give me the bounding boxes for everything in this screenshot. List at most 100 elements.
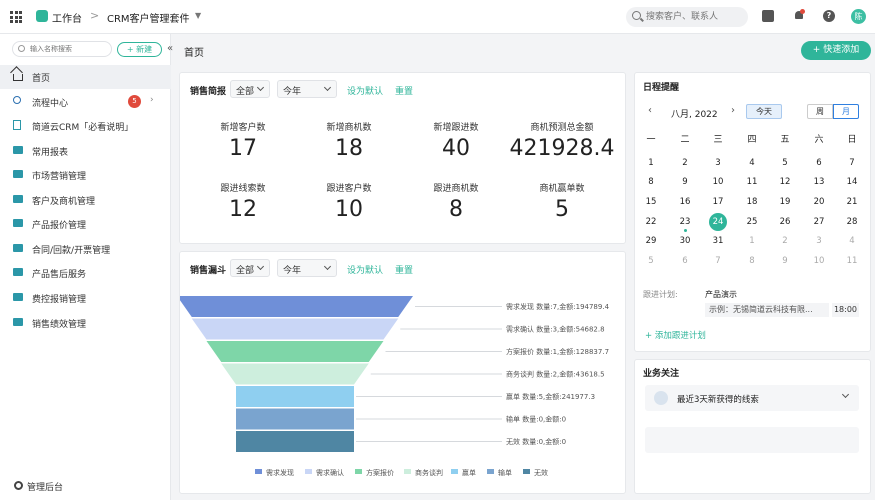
calendar-day-today[interactable]: 24 [709,213,727,231]
avatar[interactable]: 陈 [851,9,866,24]
calendar-day[interactable]: 2 [675,155,695,171]
legend-item[interactable]: 方案报价 [366,468,394,477]
today-button[interactable]: 今天 [746,104,782,119]
funnel-scope-select[interactable]: 全部 [230,259,270,277]
app-grid-icon[interactable] [10,11,22,23]
calendar-day[interactable]: 26 [775,214,795,230]
funnel-stage[interactable] [236,386,354,407]
workspace-link[interactable]: 工作台 [52,10,82,25]
calendar-day[interactable]: 10 [809,253,829,269]
calendar-day[interactable]: 25 [742,214,762,230]
sidebar-item-flow-center[interactable]: 流程中心 5 › [0,90,171,114]
sidebar-item-marketing[interactable]: 市场营销管理 [0,163,171,187]
new-button[interactable]: + 新建 [117,42,162,57]
calendar-day[interactable]: 4 [742,155,762,171]
legend-item[interactable]: 商务谈判 [415,468,443,477]
calendar-day[interactable]: 5 [775,155,795,171]
calendar-day[interactable]: 15 [641,194,661,210]
calendar-day[interactable]: 8 [742,253,762,269]
reset-link[interactable]: 重置 [395,84,413,97]
sidebar-search[interactable] [12,41,112,57]
funnel-stage[interactable] [206,341,384,362]
calendar-day[interactable]: 21 [842,194,862,210]
calendar-day[interactable]: 29 [641,233,661,249]
prev-month-icon[interactable]: ‹ [648,105,652,116]
calendar-day[interactable]: 7 [708,253,728,269]
calendar-day[interactable]: 5 [641,253,661,269]
set-default-link[interactable]: 设为默认 [347,84,383,97]
calendar-day[interactable]: 13 [809,174,829,190]
scope-select[interactable]: 全部 [230,80,270,98]
calendar-day[interactable]: 7 [842,155,862,171]
calendar-day[interactable]: 10 [708,174,728,190]
calendar-day[interactable]: 1 [742,233,762,249]
calendar-day[interactable]: 2 [775,233,795,249]
stat-label: 商机赢单数 [539,184,585,194]
calendar-day[interactable]: 23 [675,214,695,230]
funnel-period-select[interactable]: 今年 [277,259,337,277]
global-search-input[interactable] [646,10,742,24]
help-icon[interactable]: ? [823,10,835,22]
sidebar-item-customers[interactable]: 客户及商机管理 [0,188,171,212]
calendar-day[interactable]: 6 [809,155,829,171]
sidebar-item-contracts[interactable]: 合同/回款/开票管理 [0,237,171,261]
sidebar-search-input[interactable] [30,43,110,55]
calendar-day[interactable]: 12 [775,174,795,190]
legend-item[interactable]: 输单 [498,468,512,477]
legend-item[interactable]: 赢单 [462,468,476,477]
calendar-day[interactable]: 16 [675,194,695,210]
funnel-reset-link[interactable]: 重置 [395,263,413,276]
calendar-day[interactable]: 3 [809,233,829,249]
calendar-day[interactable]: 31 [708,233,728,249]
add-plan-link[interactable]: + 添加跟进计划 [645,329,706,341]
calendar-day[interactable]: 17 [708,194,728,210]
book-icon[interactable] [762,10,774,22]
calendar-day[interactable]: 28 [842,214,862,230]
calendar-day[interactable]: 27 [809,214,829,230]
calendar-day[interactable]: 20 [809,194,829,210]
funnel-stage[interactable] [191,318,399,340]
calendar-day[interactable]: 11 [742,174,762,190]
calendar-day[interactable]: 9 [675,174,695,190]
calendar-day[interactable]: 8 [641,174,661,190]
bell-icon[interactable] [793,9,805,22]
quick-add-button[interactable]: + 快速添加 [801,41,871,60]
legend-item[interactable]: 需求确认 [316,468,344,477]
collapse-sidebar-icon[interactable]: « [167,43,173,54]
calendar-day[interactable]: 18 [742,194,762,210]
sidebar-item-after-sales[interactable]: 产品售后服务 [0,261,171,285]
period-select[interactable]: 今年 [277,80,337,98]
sidebar-item-crm-guide[interactable]: 简道云CRM「必看说明」 [0,114,171,138]
next-month-icon[interactable]: › [731,105,735,116]
sidebar-item-reports[interactable]: 常用报表 [0,139,171,163]
sidebar-item-expenses[interactable]: 费控报销管理 [0,286,171,310]
business-item[interactable]: 最近3天新获得的线索 [645,385,859,411]
legend-item[interactable]: 需求发现 [266,468,294,477]
calendar-day[interactable]: 6 [675,253,695,269]
calendar-day[interactable]: 9 [775,253,795,269]
funnel-stage[interactable] [180,296,413,317]
business-item-2[interactable] [645,427,859,453]
global-search[interactable] [626,7,748,27]
calendar-day[interactable]: 22 [641,214,661,230]
app-name[interactable]: CRM客户管理套件 [107,10,190,25]
sidebar-item-quotes[interactable]: 产品报价管理 [0,212,171,236]
calendar-day[interactable]: 14 [842,174,862,190]
legend-item[interactable]: 无效 [534,468,548,477]
chevron-down-icon[interactable]: ▼ [195,11,201,20]
funnel-stage[interactable] [236,408,354,430]
sidebar-item-performance[interactable]: 销售绩效管理 [0,311,171,335]
calendar-day[interactable]: 30 [675,233,695,249]
plan-example[interactable]: 示例：无锡简道云科技有限... [705,303,829,317]
calendar-day[interactable]: 3 [708,155,728,171]
sidebar-item-home[interactable]: 首页 [0,65,171,89]
calendar-day[interactable]: 19 [775,194,795,210]
month-view-button[interactable]: 月 [833,104,859,119]
calendar-day[interactable]: 1 [641,155,661,171]
calendar-day[interactable]: 11 [842,253,862,269]
funnel-stage[interactable] [221,363,369,385]
calendar-day[interactable]: 4 [842,233,862,249]
week-view-button[interactable]: 周 [807,104,833,119]
funnel-stage[interactable] [236,431,354,452]
funnel-set-default-link[interactable]: 设为默认 [347,263,383,276]
